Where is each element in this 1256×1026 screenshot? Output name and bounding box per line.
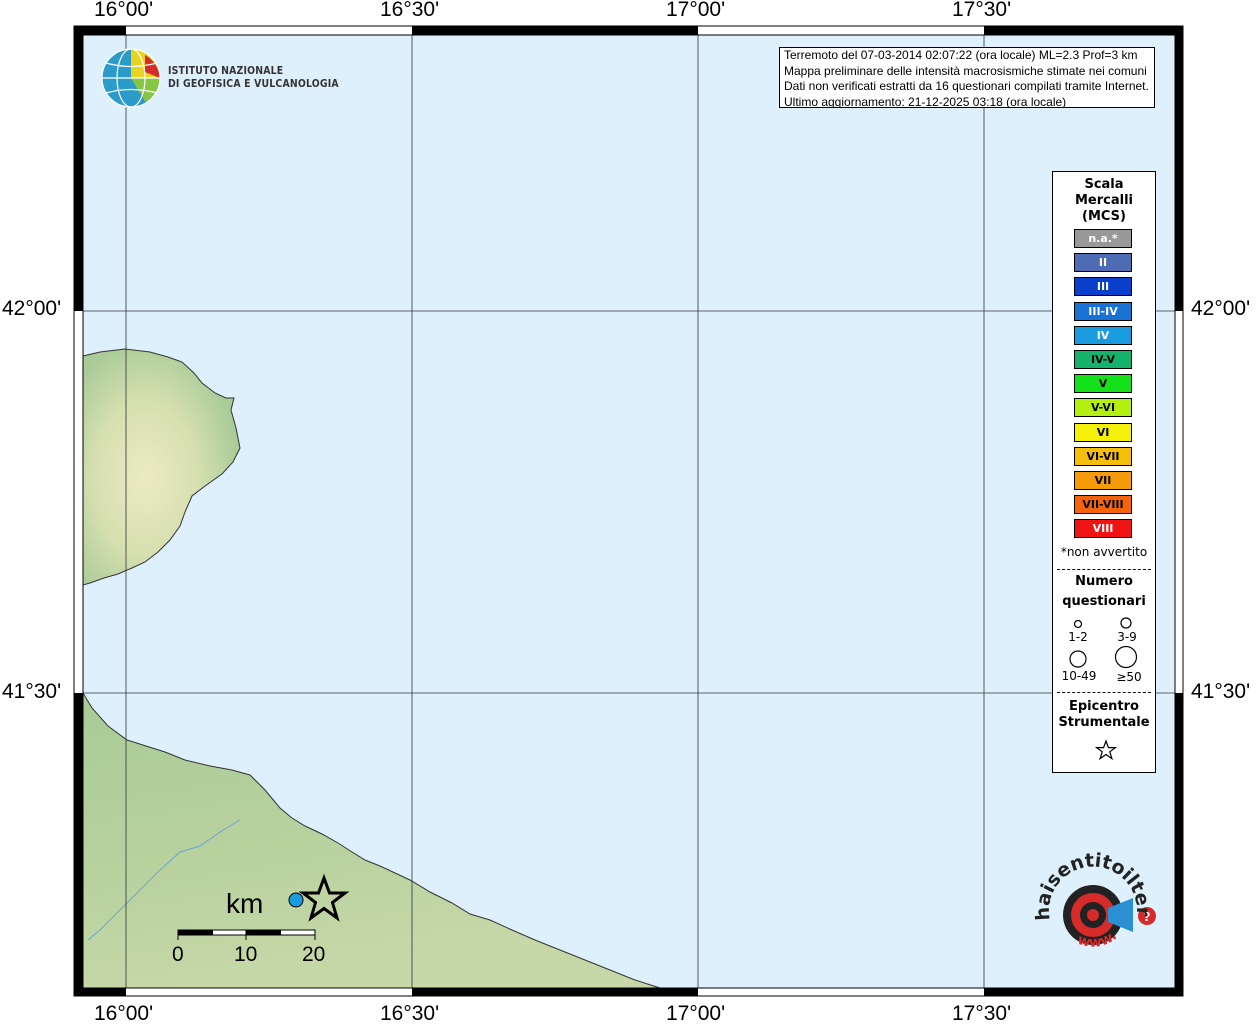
lon-label-top-1: 16°00' <box>94 0 154 21</box>
questionnaires-title-line-1: Numero <box>1075 574 1133 589</box>
legend-divider <box>1057 692 1151 693</box>
ingv-logo-text: ISTITUTO NAZIONALE DI GEOFISICA E VULCAN… <box>168 64 339 90</box>
mcs-swatch: IV-V <box>1074 350 1132 369</box>
legend-title-line-3: (MCS) <box>1082 209 1126 224</box>
lon-label-top-3: 17°00' <box>666 0 726 21</box>
legend: Scala Mercalli (MCS) n.a.* II III III-IV IV I… <box>1052 171 1156 773</box>
legend-star-icon <box>1095 739 1117 761</box>
legend-divider <box>1057 569 1151 570</box>
mcs-swatch: VI <box>1074 422 1132 442</box>
mcs-swatch: n.a.* <box>1074 229 1132 248</box>
size-label-1-2: 1-2 <box>1068 630 1088 644</box>
mcs-swatch: VII-VIII <box>1074 495 1132 515</box>
lon-label-bottom-4: 17°30' <box>952 1002 1012 1025</box>
scalebar-label-10: 10 <box>234 943 258 966</box>
lat-label-left-1: 42°00' <box>2 297 62 320</box>
observation-point[interactable] <box>288 892 304 908</box>
mcs-swatch: IV <box>1074 325 1132 345</box>
epicenter-title-line-2: Strumentale <box>1058 715 1150 730</box>
mcs-swatch: III <box>1074 277 1132 297</box>
epicenter-title-line-1: Epicentro <box>1069 699 1139 714</box>
lon-label-bottom-1: 16°00' <box>94 1002 154 1025</box>
size-label-10-49: 10-49 <box>1061 669 1097 683</box>
logo-line-2: DI GEOFISICA E VULCANOLOGIA <box>168 77 339 90</box>
mcs-swatch: VIII <box>1074 519 1132 539</box>
not-felt-note: *non avvertito <box>1060 545 1148 559</box>
scalebar-label-0: 0 <box>172 943 184 966</box>
size-circle-50-plus <box>1114 645 1138 669</box>
size-label-50-plus: ≥50 <box>1116 670 1142 684</box>
lon-label-bottom-2: 16°30' <box>380 1002 440 1025</box>
size-circle-3-9 <box>1120 617 1132 629</box>
mcs-swatch: II <box>1074 253 1132 273</box>
event-info-line-1: Terremoto del 07-03-2014 02:07:22 (ora l… <box>784 48 1138 62</box>
event-info-line-2: Mappa preliminare delle intensità macros… <box>784 63 1147 78</box>
lon-label-top-4: 17°30' <box>952 0 1012 21</box>
lat-label-right-1: 42°00' <box>1191 297 1251 320</box>
mcs-swatch: V <box>1074 374 1132 394</box>
mcs-swatch: V-VI <box>1074 398 1132 418</box>
lat-label-left-2: 41°30' <box>2 680 62 703</box>
logo-line-1: ISTITUTO NAZIONALE <box>168 64 284 77</box>
size-circle-1-2 <box>1073 619 1083 629</box>
event-info-line-4: Ultimo aggiornamento: 21-12-2025 03:18 (… <box>784 94 1067 108</box>
legend-title: Scala Mercalli (MCS) <box>1053 177 1155 225</box>
lat-label-right-2: 41°30' <box>1191 680 1251 703</box>
questionnaires-title-line-2: questionari <box>1062 594 1146 609</box>
size-label-3-9: 3-9 <box>1117 630 1137 644</box>
legend-title-line-2: Mercalli <box>1074 193 1133 208</box>
legend-title-line-1: Scala <box>1084 177 1124 192</box>
scalebar-unit: km <box>226 888 264 919</box>
scalebar-label-20: 20 <box>302 943 326 966</box>
size-circle-10-49 <box>1069 650 1087 668</box>
lon-label-bottom-3: 17°00' <box>666 1002 726 1025</box>
ingv-logo-icon <box>101 48 161 108</box>
mcs-swatch: III-IV <box>1074 301 1132 321</box>
mcs-swatch: VI-VII <box>1074 446 1132 466</box>
event-info-box: Terremoto del 07-03-2014 02:07:22 (ora l… <box>779 47 1155 108</box>
event-info-line-3: Dati non verificati estratti da 16 quest… <box>784 79 1149 93</box>
lon-label-top-2: 16°30' <box>380 0 440 21</box>
mcs-swatch: VII <box>1074 471 1132 490</box>
